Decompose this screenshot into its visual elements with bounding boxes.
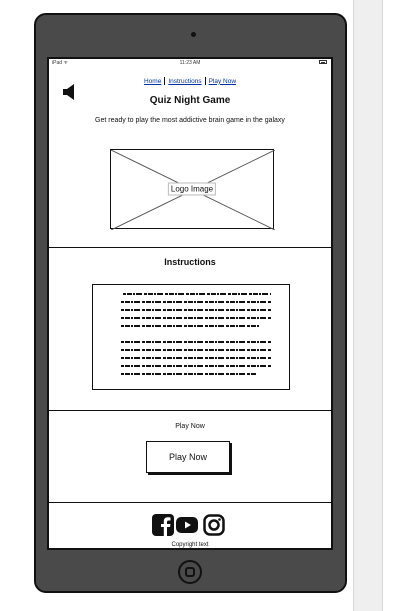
side-scroll-panel: [353, 0, 383, 611]
social-links: [49, 514, 331, 536]
status-time: 11:23 AM: [179, 60, 201, 66]
facebook-icon[interactable]: [152, 514, 174, 536]
tablet-screen: iPad ᯤ 11:23 AM Home Instructions Play Now…: [47, 57, 333, 550]
divider: [49, 247, 331, 248]
camera-icon: [191, 32, 196, 37]
instructions-heading: Instructions: [164, 257, 216, 267]
nav-separator: [204, 77, 206, 85]
battery-icon: [319, 60, 327, 64]
nav-home[interactable]: Home: [144, 78, 161, 85]
home-button-icon[interactable]: [178, 560, 202, 584]
placeholder-text-lines: [121, 293, 271, 375]
logo-image-placeholder: Logo Image: [110, 149, 275, 230]
divider: [49, 410, 331, 411]
play-now-label: Play Now: [175, 423, 205, 430]
nav-play-now[interactable]: Play Now: [209, 78, 236, 85]
nav-instructions[interactable]: Instructions: [168, 78, 201, 85]
instructions-text-block: [92, 284, 290, 390]
copyright-text: Copyright text: [171, 542, 209, 548]
status-bar: iPad ᯤ 11:23 AM: [49, 59, 331, 67]
divider: [49, 502, 331, 503]
tagline: Get ready to play the most addictive bra…: [95, 117, 285, 124]
instagram-icon[interactable]: [203, 514, 225, 536]
youtube-icon[interactable]: [176, 514, 198, 536]
nav-separator: [164, 77, 166, 85]
top-nav: Home Instructions Play Now: [49, 77, 331, 85]
page-title: Quiz Night Game: [149, 95, 231, 106]
logo-label: Logo Image: [167, 182, 217, 196]
play-now-button[interactable]: Play Now: [146, 441, 230, 473]
